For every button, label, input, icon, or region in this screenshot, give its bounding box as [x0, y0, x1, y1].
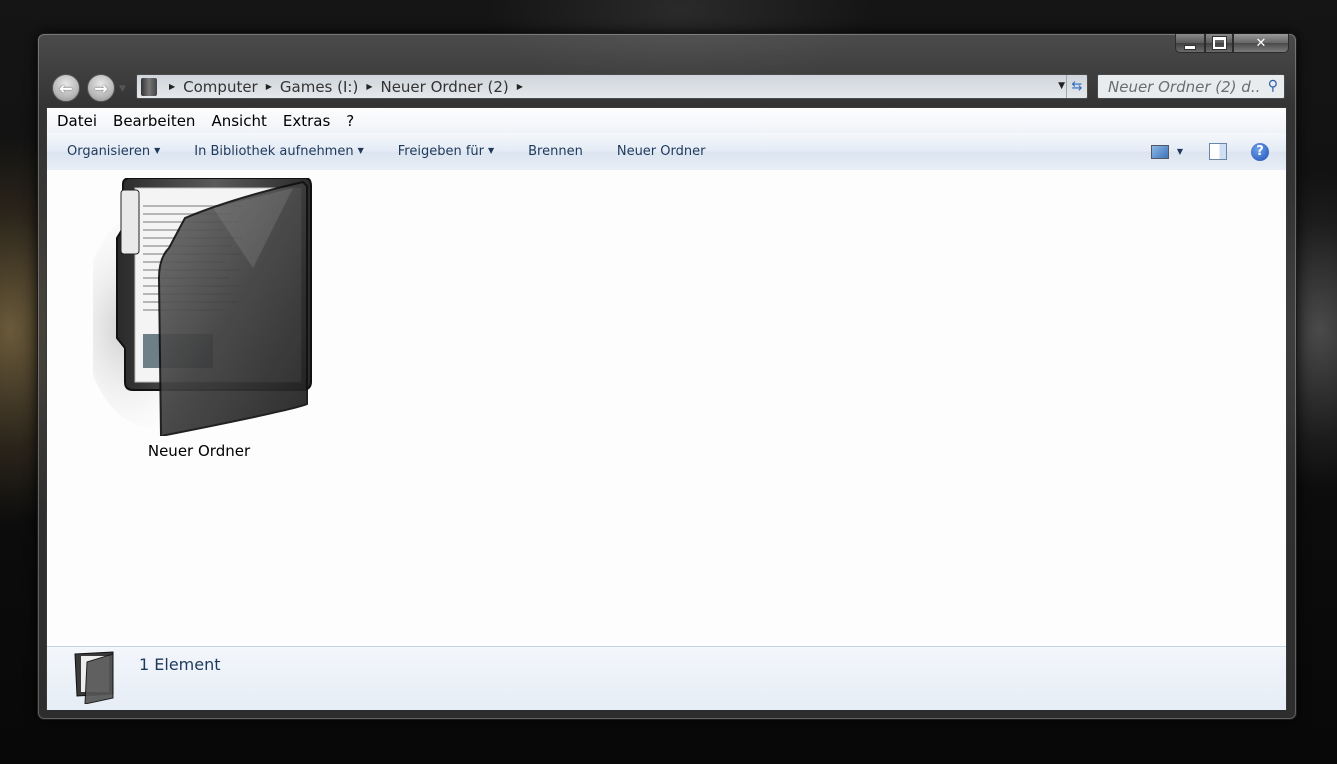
folder-icon — [74, 651, 114, 704]
search-input[interactable]: Neuer Ordner (2) d... ⚲ — [1097, 74, 1285, 99]
search-icon[interactable]: ⚲ — [1268, 78, 1278, 94]
search-placeholder: Neuer Ordner (2) d... — [1108, 77, 1260, 96]
address-bar[interactable]: ▶ Computer ▶ Games (I:) ▶ Neuer Ordner (… — [136, 74, 1088, 99]
chevron-down-icon[interactable]: ▼ — [1177, 147, 1183, 156]
help-icon[interactable]: ? — [1251, 142, 1269, 161]
menu-datei[interactable]: Datei — [47, 112, 105, 130]
close-icon: ✕ — [1255, 35, 1267, 51]
chevron-right-icon[interactable]: ▶ — [366, 82, 372, 91]
close-button[interactable]: ✕ — [1233, 34, 1289, 53]
command-bar: Organisieren ▼ In Bibliothek aufnehmen ▼ F… — [47, 133, 1286, 171]
refresh-button[interactable]: ⇆ — [1066, 75, 1087, 98]
minimize-icon — [1184, 44, 1196, 50]
chevron-right-icon[interactable]: ▶ — [266, 82, 272, 91]
chevron-down-icon: ▼ — [154, 146, 161, 155]
back-button[interactable]: ← — [52, 74, 80, 102]
chevron-down-icon: ▼ — [357, 146, 364, 155]
menu-bar: Datei Bearbeiten Ansicht Extras ? — [47, 108, 1286, 134]
chevron-down-icon: ▼ — [487, 146, 495, 155]
menu-ansicht[interactable]: Ansicht — [203, 112, 274, 130]
menu-help[interactable]: ? — [338, 112, 362, 130]
share-with-button[interactable]: Freigeben für ▼ — [398, 144, 494, 159]
forward-button[interactable]: → — [87, 74, 115, 102]
maximize-button[interactable] — [1205, 34, 1233, 53]
breadcrumb-games-drive[interactable]: Games (I:) — [280, 78, 358, 96]
burn-button[interactable]: Brennen — [528, 144, 583, 159]
back-arrow-icon: ← — [59, 78, 73, 98]
share-with-label: Freigeben für — [397, 144, 484, 159]
preview-pane-icon[interactable] — [1209, 143, 1227, 160]
breadcrumb-computer[interactable]: Computer — [183, 78, 258, 96]
refresh-icon: ⇆ — [1071, 79, 1083, 94]
chevron-right-icon[interactable]: ▶ — [169, 82, 175, 91]
maximize-icon — [1211, 36, 1227, 50]
file-list[interactable]: Neuer Ordner — [47, 170, 1286, 646]
client-area: Datei Bearbeiten Ansicht Extras ? Organi… — [46, 107, 1287, 710]
item-count-text: 1 Element — [139, 655, 221, 674]
address-history-dropdown[interactable]: ▼ — [1058, 81, 1065, 91]
menu-extras[interactable]: Extras — [275, 112, 338, 130]
command-bar-right: ▼ ? — [1150, 133, 1286, 170]
change-view-icon[interactable] — [1150, 144, 1169, 159]
include-in-library-label: In Bibliothek aufnehmen — [194, 144, 354, 159]
folder-icon — [93, 178, 312, 436]
caption-buttons: ✕ — [1175, 34, 1289, 54]
new-folder-button[interactable]: Neuer Ordner — [617, 144, 706, 159]
folder-item-label: Neuer Ordner — [147, 442, 251, 460]
organize-label: Organisieren — [67, 144, 151, 159]
organize-button[interactable]: Organisieren ▼ — [67, 144, 160, 159]
menu-bearbeiten[interactable]: Bearbeiten — [105, 112, 203, 130]
details-pane: 1 Element — [47, 646, 1286, 710]
folder-item[interactable]: Neuer Ordner — [79, 178, 319, 460]
explorer-window: ✕ ← → ▼ ▶ Computer ▶ Games (I:) ▶ Neuer … — [37, 33, 1297, 720]
forward-arrow-icon: → — [94, 78, 108, 98]
include-in-library-button[interactable]: In Bibliothek aufnehmen ▼ — [194, 144, 363, 159]
minimize-button[interactable] — [1175, 34, 1205, 53]
chevron-right-icon[interactable]: ▶ — [517, 82, 523, 91]
folder-icon — [141, 77, 157, 96]
recent-pages-dropdown[interactable]: ▼ — [119, 84, 126, 94]
breadcrumb-current-folder[interactable]: Neuer Ordner (2) — [380, 78, 508, 96]
